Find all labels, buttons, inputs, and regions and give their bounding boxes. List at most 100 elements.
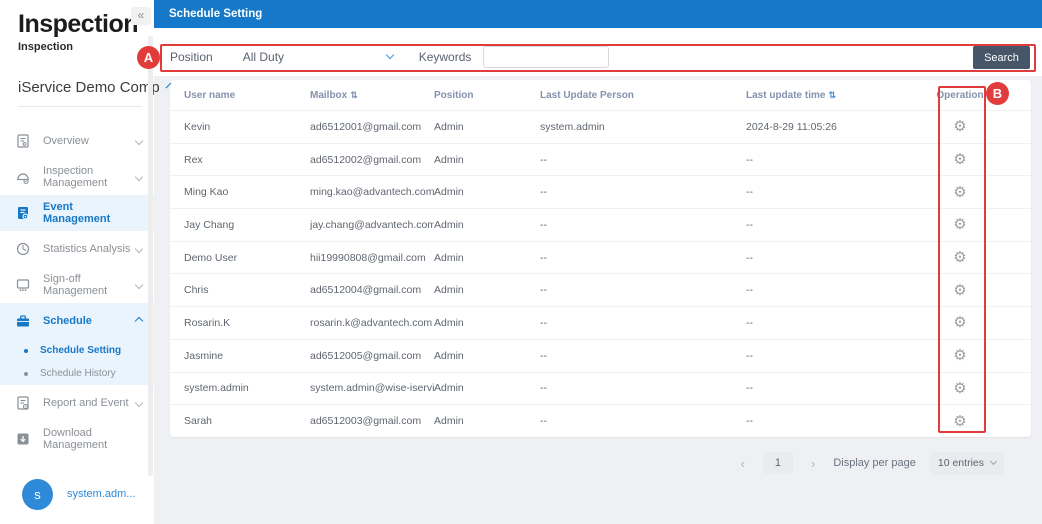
overview-icon <box>14 133 31 150</box>
cell-last-update-person: -- <box>540 252 746 264</box>
cell-user-name: Ming Kao <box>170 186 310 198</box>
sidebar-subitem-label: Schedule Setting <box>40 345 121 356</box>
column-header-position: Position <box>434 90 540 101</box>
column-header-mailbox[interactable]: Mailbox⇅ <box>310 90 434 101</box>
sidebar-item-report-and-event[interactable]: Report and Event <box>0 385 154 421</box>
cell-operation: ⚙ <box>889 414 1031 429</box>
column-header-label: Mailbox <box>310 90 347 101</box>
next-page-button[interactable]: › <box>807 456 819 471</box>
cell-operation: ⚙ <box>889 348 1031 363</box>
sidebar-item-event-management[interactable]: Event Management <box>0 195 154 231</box>
settings-gear-icon[interactable]: ⚙ <box>953 152 966 167</box>
user-name: system.adm... <box>67 488 135 500</box>
settings-gear-icon[interactable]: ⚙ <box>953 217 966 232</box>
company-name: iService Demo Comp <box>18 79 160 96</box>
keywords-input[interactable] <box>483 46 609 68</box>
cell-operation: ⚙ <box>889 381 1031 396</box>
schedule-menu-group: Schedule Schedule Setting Schedule Histo… <box>0 303 154 385</box>
settings-gear-icon[interactable]: ⚙ <box>953 414 966 429</box>
sidebar-item-inspection-management[interactable]: Inspection Management <box>0 159 154 195</box>
table-row: Rex ad6512002@gmail.com Admin -- -- ⚙ <box>170 143 1031 176</box>
sidebar: Inspection Inspection « iService Demo Co… <box>0 0 154 524</box>
cell-last-update-time: -- <box>746 154 889 166</box>
column-header-last-update-time[interactable]: Last update time⇅ <box>746 90 889 101</box>
table-row: Rosarin.K rosarin.k@advantech.com Admin … <box>170 306 1031 339</box>
settings-gear-icon[interactable]: ⚙ <box>953 119 966 134</box>
cell-user-name: Jasmine <box>170 350 310 362</box>
entries-per-page-select[interactable]: 10 entries <box>930 452 1004 475</box>
table-row: Demo User hii19990808@gmail.com Admin --… <box>170 241 1031 274</box>
chevron-down-icon <box>135 173 143 181</box>
cell-operation: ⚙ <box>889 283 1031 298</box>
sidebar-item-statistics-analysis[interactable]: Statistics Analysis <box>0 231 154 267</box>
settings-gear-icon[interactable]: ⚙ <box>953 381 966 396</box>
chevron-down-icon <box>990 457 997 464</box>
cell-operation: ⚙ <box>889 315 1031 330</box>
sidebar-divider <box>18 106 142 107</box>
cell-mailbox: rosarin.k@advantech.com <box>310 317 434 329</box>
chevron-down-icon <box>135 137 143 145</box>
page-title: Schedule Setting <box>169 8 262 20</box>
display-per-page-label: Display per page <box>833 457 916 469</box>
table-row: Ming Kao ming.kao@advantech.com.tw Admin… <box>170 175 1031 208</box>
sidebar-scrollbar[interactable] <box>148 36 153 476</box>
settings-gear-icon[interactable]: ⚙ <box>953 185 966 200</box>
chevron-down-icon <box>385 51 393 59</box>
download-management-icon <box>14 431 31 448</box>
sidebar-subitem-schedule-setting[interactable]: Schedule Setting <box>0 339 154 362</box>
sort-icon[interactable]: ⇅ <box>828 90 836 100</box>
pagination: ‹ 1 › Display per page 10 entries <box>737 450 1004 476</box>
sidebar-item-download-management[interactable]: Download Management <box>0 421 154 457</box>
sort-icon[interactable]: ⇅ <box>350 90 358 100</box>
cell-last-update-person: -- <box>540 415 746 427</box>
previous-page-button[interactable]: ‹ <box>737 456 749 471</box>
table-row: system.admin system.admin@wise-iservice.… <box>170 372 1031 405</box>
table-row: Jay Chang jay.chang@advantech.com.tw Adm… <box>170 208 1031 241</box>
entries-per-page-value: 10 entries <box>938 457 984 469</box>
position-select[interactable]: All Duty <box>243 50 393 64</box>
cell-position: Admin <box>434 219 540 231</box>
cell-user-name: Rex <box>170 154 310 166</box>
cell-last-update-time: -- <box>746 317 889 329</box>
company-selector[interactable]: iService Demo Comp <box>0 79 154 96</box>
cell-position: Admin <box>434 415 540 427</box>
sidebar-item-sign-off-management[interactable]: Sign-off Management <box>0 267 154 303</box>
cell-position: Admin <box>434 121 540 133</box>
cell-last-update-person: -- <box>540 219 746 231</box>
settings-gear-icon[interactable]: ⚙ <box>953 348 966 363</box>
page-number-button[interactable]: 1 <box>763 452 793 474</box>
statistics-analysis-icon <box>14 241 31 258</box>
bullet-icon <box>24 372 28 376</box>
sidebar-item-overview[interactable]: Overview <box>0 123 154 159</box>
settings-gear-icon[interactable]: ⚙ <box>953 283 966 298</box>
sidebar-item-label: Statistics Analysis <box>43 243 136 255</box>
cell-position: Admin <box>434 252 540 264</box>
cell-operation: ⚙ <box>889 250 1031 265</box>
column-header-operation: Operation <box>889 90 1031 101</box>
sidebar-item-schedule[interactable]: Schedule <box>0 303 154 339</box>
cell-last-update-time: -- <box>746 415 889 427</box>
sidebar-item-label: Overview <box>43 135 136 147</box>
cell-mailbox: ad6512005@gmail.com <box>310 350 434 362</box>
avatar: s <box>22 479 53 510</box>
event-management-icon <box>14 205 31 222</box>
cell-user-name: Chris <box>170 284 310 296</box>
sidebar-subitem-schedule-history[interactable]: Schedule History <box>0 362 154 385</box>
cell-position: Admin <box>434 317 540 329</box>
cell-mailbox: system.admin@wise-iservice.com <box>310 382 434 394</box>
cell-operation: ⚙ <box>889 152 1031 167</box>
cell-last-update-person: -- <box>540 382 746 394</box>
cell-position: Admin <box>434 186 540 198</box>
cell-position: Admin <box>434 382 540 394</box>
cell-position: Admin <box>434 284 540 296</box>
settings-gear-icon[interactable]: ⚙ <box>953 315 966 330</box>
cell-position: Admin <box>434 154 540 166</box>
cell-last-update-person: -- <box>540 317 746 329</box>
search-button[interactable]: Search <box>973 46 1030 69</box>
user-account[interactable]: s system.adm... <box>0 472 135 516</box>
sidebar-item-label: Schedule <box>43 315 136 327</box>
cell-operation: ⚙ <box>889 217 1031 232</box>
sidebar-subitem-label: Schedule History <box>40 368 116 379</box>
sidebar-collapse-button[interactable]: « <box>131 7 151 25</box>
settings-gear-icon[interactable]: ⚙ <box>953 250 966 265</box>
